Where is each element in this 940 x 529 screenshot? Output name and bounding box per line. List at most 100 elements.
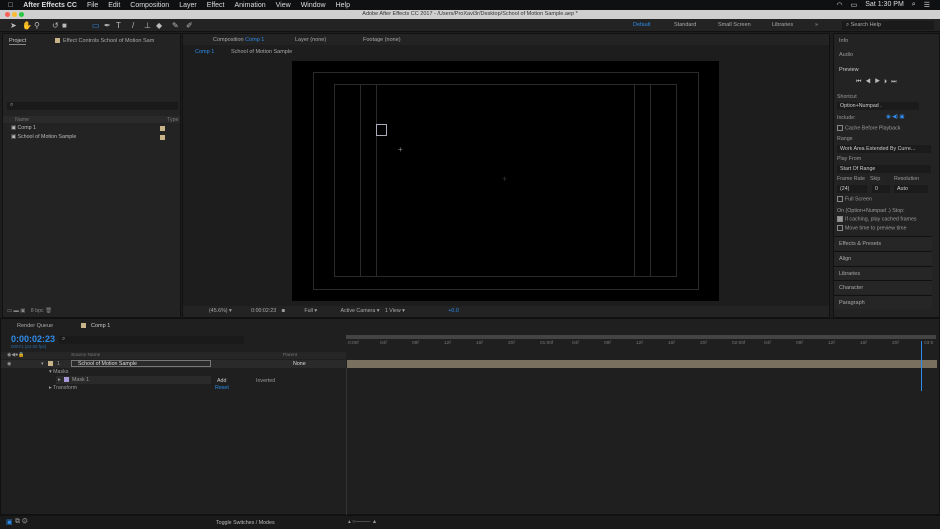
- minimize-window-button[interactable]: [12, 12, 17, 17]
- full-screen-checkbox[interactable]: Full Screen: [837, 196, 872, 202]
- transform-group[interactable]: ▸ Transform: [49, 385, 77, 391]
- inverted-checkbox[interactable]: Inverted: [256, 378, 275, 384]
- mask-1-row[interactable]: ▸ Mask 1: [56, 376, 211, 384]
- tab-project[interactable]: Project: [9, 38, 27, 45]
- menu-composition[interactable]: Composition: [130, 2, 169, 9]
- notification-icon[interactable]: ☰: [924, 1, 930, 9]
- tab-layer[interactable]: Layer (none): [295, 37, 326, 43]
- toggle-switches-modes-button[interactable]: Toggle Switches / Modes: [216, 520, 275, 526]
- column-name[interactable]: Name: [15, 117, 29, 123]
- zoom-slider[interactable]: ▴ ○──── ▲: [348, 519, 377, 525]
- workspace-standard[interactable]: Standard: [674, 22, 696, 28]
- snapshot-icon[interactable]: ◙: [282, 308, 285, 314]
- parent-dropdown[interactable]: None: [293, 361, 306, 367]
- menu-animation[interactable]: Animation: [235, 2, 266, 9]
- project-item-comp-1[interactable]: ▣ Comp 1: [11, 125, 36, 131]
- tab-footage[interactable]: Footage (none): [363, 37, 401, 43]
- cache-before-playback-checkbox[interactable]: Cache Before Playback: [837, 125, 900, 131]
- battery-icon[interactable]: ▭: [851, 1, 858, 9]
- bpc-button[interactable]: 8 bpc: [31, 308, 44, 314]
- time-ruler[interactable]: 0:00f 04f 08f 12f 16f 20f 01:00f 04f 08f 12f 16f 20…: [348, 341, 936, 349]
- layer-switches-icon[interactable]: ▣: [6, 518, 13, 526]
- range-dropdown[interactable]: Work Area Extended By Curre...: [837, 145, 931, 153]
- tab-comp-1[interactable]: Comp 1: [91, 323, 110, 329]
- breadcrumb-comp-1[interactable]: Comp 1: [195, 49, 214, 55]
- tab-render-queue[interactable]: Render Queue: [17, 323, 53, 329]
- menu-layer[interactable]: Layer: [179, 2, 197, 9]
- app-menu[interactable]: After Effects CC: [23, 2, 77, 9]
- menu-edit[interactable]: Edit: [108, 2, 120, 9]
- expand-arrow-icon[interactable]: ▸: [58, 377, 61, 383]
- align-panel[interactable]: Align: [834, 251, 932, 265]
- clock[interactable]: Sat 1:30 PM: [865, 1, 904, 9]
- resolution-dropdown[interactable]: Full: [304, 308, 313, 314]
- breadcrumb-school-of-motion-sample[interactable]: School of Motion Sample: [231, 49, 292, 55]
- libraries-panel[interactable]: Libraries: [834, 266, 932, 280]
- skip-dropdown[interactable]: 0: [872, 185, 890, 193]
- effects-presets-panel[interactable]: Effects & Presets: [834, 236, 932, 250]
- expand-arrow-icon[interactable]: ▾: [41, 361, 44, 367]
- hand-tool-icon[interactable]: ✋: [22, 21, 32, 30]
- menu-view[interactable]: View: [276, 2, 291, 9]
- column-source-name[interactable]: Source Name: [71, 353, 100, 358]
- project-item-school-of-motion-sample[interactable]: ▣ School of Motion Sample: [11, 134, 76, 140]
- brush-tool-icon[interactable]: /: [132, 21, 134, 30]
- exposure-value[interactable]: +0.0: [448, 308, 458, 314]
- layer-name[interactable]: School of Motion Sample: [71, 360, 211, 367]
- apple-icon[interactable]: : [8, 2, 13, 9]
- rectangle-tool-icon[interactable]: ▭: [92, 21, 100, 30]
- view-layout-dropdown[interactable]: 1 View: [385, 308, 401, 314]
- clone-stamp-icon[interactable]: ⊥: [144, 21, 151, 30]
- composition-viewer[interactable]: + +: [292, 61, 719, 301]
- if-caching-checkbox[interactable]: If caching, play cached frames: [837, 216, 917, 222]
- work-area-bar[interactable]: [346, 335, 936, 339]
- timeline-search-input[interactable]: ⌕: [59, 336, 244, 344]
- mask-mode-dropdown[interactable]: Add: [217, 378, 226, 384]
- paragraph-panel[interactable]: Paragraph: [834, 295, 932, 309]
- move-time-checkbox[interactable]: Move time to preview time: [837, 225, 907, 231]
- timeline-current-time[interactable]: 0:00:02:23: [11, 334, 55, 344]
- frame-rate-dropdown[interactable]: (24): [837, 185, 867, 193]
- puppet-pin-icon[interactable]: ✐: [186, 21, 193, 30]
- layer-duration-bar[interactable]: [347, 360, 937, 368]
- include-audio-icon[interactable]: ◉ ◀) ▣: [886, 114, 904, 120]
- info-panel-header[interactable]: Info: [839, 38, 848, 44]
- transform-reset-link[interactable]: Reset: [215, 385, 229, 391]
- workspace-libraries[interactable]: Libraries: [772, 22, 793, 28]
- menu-help[interactable]: Help: [336, 2, 350, 9]
- transfer-controls-icon[interactable]: ⧉ ⚙: [15, 518, 28, 526]
- magnification-dropdown[interactable]: (45.6%): [209, 308, 228, 314]
- menu-file[interactable]: File: [87, 2, 98, 9]
- tab-composition[interactable]: Composition Comp 1: [213, 37, 264, 43]
- preview-panel-header[interactable]: Preview: [839, 67, 859, 73]
- zoom-tool-icon[interactable]: ⚲: [34, 21, 40, 30]
- search-help-input[interactable]: ⌕ Search Help: [842, 21, 934, 30]
- visibility-eye-icon[interactable]: ◉: [7, 361, 11, 367]
- mask-1-shape[interactable]: [376, 124, 387, 136]
- eraser-tool-icon[interactable]: ◆: [156, 21, 162, 30]
- current-time-indicator[interactable]: [921, 341, 922, 391]
- character-panel[interactable]: Character: [834, 280, 932, 294]
- selection-tool-icon[interactable]: ➤: [10, 21, 17, 30]
- audio-panel-header[interactable]: Audio: [839, 52, 853, 58]
- project-search-input[interactable]: ⌕: [7, 102, 178, 110]
- mask-color-swatch[interactable]: [64, 377, 69, 382]
- workspace-default[interactable]: Default: [633, 22, 650, 28]
- layer-row[interactable]: ◉ ▾ 1 School of Motion Sample None: [1, 360, 346, 368]
- spotlight-icon[interactable]: ⌕: [912, 1, 916, 9]
- camera-dropdown[interactable]: Active Camera: [341, 308, 376, 314]
- wifi-icon[interactable]: ◠: [837, 1, 843, 9]
- current-time[interactable]: 0:00:02:23: [251, 308, 276, 314]
- menu-effect[interactable]: Effect: [207, 2, 225, 9]
- preview-transport-controls[interactable]: ⏮◀▶⏵⏭: [856, 79, 901, 86]
- rotate-tool-icon[interactable]: ↺: [52, 21, 59, 30]
- column-type[interactable]: Type: [167, 117, 178, 123]
- workspace-small-screen[interactable]: Small Screen: [718, 22, 751, 28]
- mask-1-label[interactable]: Mask 1: [72, 377, 89, 383]
- camera-tool-icon[interactable]: ■: [62, 21, 67, 30]
- pen-tool-icon[interactable]: ✒: [104, 21, 111, 30]
- masks-group[interactable]: ▾ Masks: [49, 369, 68, 375]
- play-from-dropdown[interactable]: Start Of Range: [837, 165, 931, 173]
- type-tool-icon[interactable]: T: [116, 21, 121, 30]
- roto-brush-icon[interactable]: ✎: [172, 21, 179, 30]
